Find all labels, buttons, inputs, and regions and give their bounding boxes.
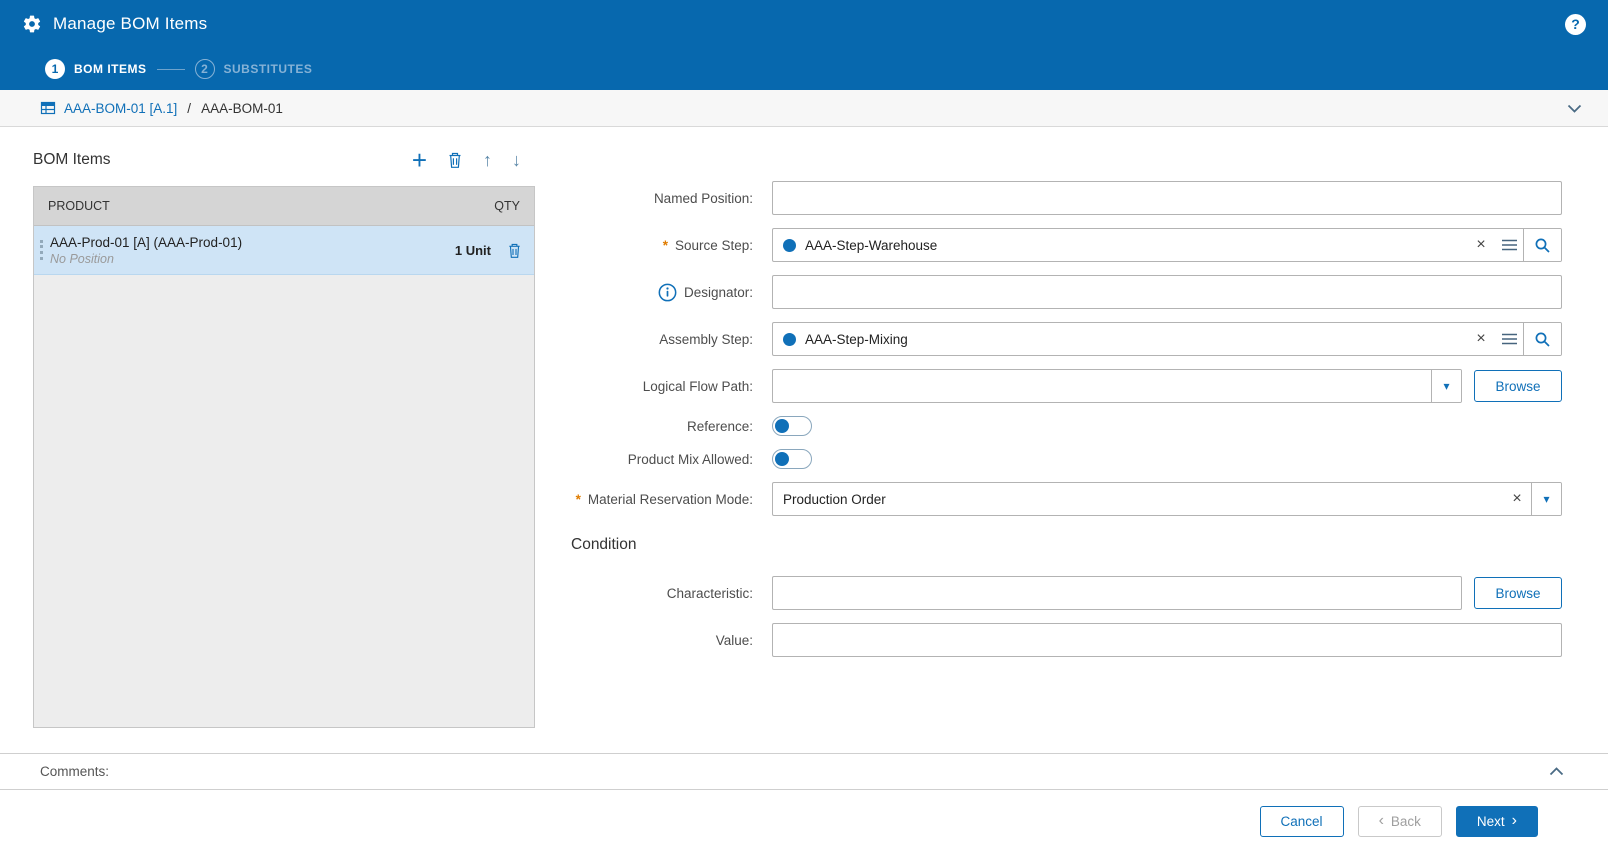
wizard-steps: 1 BOM ITEMS 2 SUBSTITUTES [0,48,1608,90]
gear-icon [22,14,42,34]
next-button[interactable]: Next › [1455,805,1538,837]
drag-handle-icon[interactable] [40,240,43,260]
comments-label: Comments: [40,764,110,779]
source-step-value: AAA-Step-Warehouse [805,237,938,253]
footer: Cancel ‹ Back Next › [0,790,1608,852]
logical-flow-path-field[interactable]: ▾ [772,369,1462,403]
assembly-step-field[interactable]: AAA-Step-Mixing × [772,322,1562,356]
help-icon[interactable]: ? [1565,13,1586,35]
source-step-field[interactable]: AAA-Step-Warehouse × [772,228,1562,262]
clear-icon[interactable]: × [1467,229,1495,261]
breadcrumb: AAA-BOM-01 [A.1] / AAA-BOM-01 [0,90,1608,127]
comments-bar: Comments: [0,753,1608,790]
search-button[interactable] [1523,229,1561,261]
column-product: PRODUCT [48,199,110,213]
next-chevron-icon: › [1511,812,1517,829]
entity-dot-icon [783,238,796,252]
product-mix-allowed-toggle[interactable] [772,449,812,469]
move-up-icon[interactable]: ↑ [483,150,492,170]
move-down-icon[interactable]: ↓ [512,150,521,170]
assembly-step-label: Assembly Step: [659,331,753,347]
caret-down-icon: ▾ [1543,492,1550,506]
value-label: Value: [715,632,753,648]
characteristic-input[interactable] [772,576,1462,610]
logical-flow-path-browse-button[interactable]: Browse [1474,370,1562,402]
step-number: 2 [194,59,215,79]
required-marker: * [662,237,668,253]
cancel-button[interactable]: Cancel [1259,805,1344,837]
assembly-step-value: AAA-Step-Mixing [805,331,908,347]
clear-icon[interactable]: × [1503,483,1531,515]
characteristic-label: Characteristic: [666,585,753,601]
step-number: 1 [45,59,65,79]
material-reservation-mode-field[interactable]: Production Order × ▾ [772,482,1562,516]
page-title: Manage BOM Items [53,14,208,33]
chevron-down-icon[interactable] [1567,104,1582,113]
search-button[interactable] [1523,323,1561,355]
bom-items-toolbar: + ↑ ↓ [412,147,521,173]
breadcrumb-separator: / [187,100,192,116]
breadcrumb-link[interactable]: AAA-BOM-01 [A.1] [64,101,177,116]
named-position-label: Named Position: [653,190,753,206]
breadcrumb-current: AAA-BOM-01 [201,100,283,116]
column-qty: QTY [494,199,520,213]
list-icon[interactable] [1495,229,1523,261]
add-item-icon[interactable]: + [412,147,427,173]
info-icon [658,283,677,302]
step-label: BOM ITEMS [74,62,147,76]
chevron-up-icon[interactable] [1549,767,1564,776]
bom-item-form: Named Position: * Source Step: AAA-Step-… [557,145,1562,753]
search-icon [1535,238,1550,253]
back-button[interactable]: ‹ Back [1357,805,1442,837]
required-marker: * [575,491,581,507]
entity-dot-icon [783,332,796,346]
bom-item-row[interactable]: AAA-Prod-01 [A] (AAA-Prod-01) No Positio… [34,226,534,275]
row-product: AAA-Prod-01 [A] (AAA-Prod-01) [50,234,243,250]
clear-icon[interactable]: × [1467,323,1495,355]
designator-input[interactable] [772,275,1562,309]
bom-items-table: PRODUCT QTY AAA-Prod-01 [A] (AAA-Prod-01… [33,186,535,728]
condition-section-title: Condition [571,536,637,553]
back-chevron-icon: ‹ [1378,812,1384,829]
step-substitutes[interactable]: 2 SUBSTITUTES [194,59,313,79]
reference-label: Reference: [686,418,753,434]
table-header: PRODUCT QTY [34,187,534,226]
value-input[interactable] [772,623,1562,657]
toggle-knob [775,419,789,433]
step-connector [156,68,185,70]
characteristic-browse-button[interactable]: Browse [1474,577,1562,609]
row-position: No Position [50,251,114,266]
topbar: Manage BOM Items ? [0,0,1608,48]
bom-items-panel: BOM Items + ↑ ↓ PRODUCT QTY AAA-Prod-01 … [33,145,535,753]
reference-toggle[interactable] [772,416,812,436]
toggle-knob [775,452,789,466]
logical-flow-path-label: Logical Flow Path: [642,378,753,394]
delete-item-icon[interactable] [447,151,463,169]
step-label: SUBSTITUTES [223,62,313,76]
material-reservation-mode-label: * Material Reservation Mode: [575,491,753,507]
named-position-input[interactable] [772,181,1562,215]
step-bom-items[interactable]: 1 BOM ITEMS [45,59,147,79]
caret-down-icon: ▾ [1443,379,1450,393]
source-step-label: * Source Step: [662,237,753,253]
dropdown-button[interactable]: ▾ [1431,370,1461,402]
product-mix-allowed-label: Product Mix Allowed: [627,451,753,467]
search-icon [1535,332,1550,347]
designator-label: Designator: [557,283,765,302]
content: BOM Items + ↑ ↓ PRODUCT QTY AAA-Prod-01 … [0,127,1608,753]
row-qty: 1 Unit [454,242,491,258]
row-delete-icon[interactable] [507,242,522,259]
bom-table-icon [40,100,56,116]
bom-items-title: BOM Items [33,151,111,168]
list-icon[interactable] [1495,323,1523,355]
material-reservation-mode-value: Production Order [783,491,886,507]
dropdown-button[interactable]: ▾ [1531,483,1561,515]
